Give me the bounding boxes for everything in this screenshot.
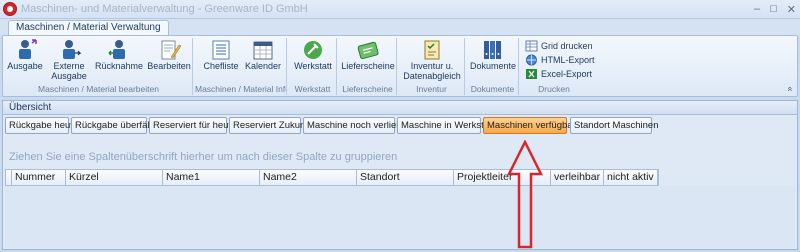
worker-external-icon — [63, 40, 82, 59]
annotation-arrow-icon — [507, 140, 543, 249]
panel-title: Übersicht — [3, 101, 797, 115]
column-header-verleihbar[interactable]: verleihbar — [551, 170, 604, 185]
group-label: Dokumente — [470, 84, 515, 94]
list-icon — [212, 40, 230, 60]
app-logo-icon — [3, 2, 17, 16]
lieferscheine-button[interactable]: Lieferscheine — [341, 39, 395, 71]
group-label: Maschinen / Material Info — [195, 84, 286, 94]
grid-body[interactable] — [5, 186, 795, 248]
inventory-icon — [424, 40, 440, 60]
filter-rueckgabe-heute-button[interactable]: Rückgabe heute — [5, 117, 78, 134]
title-bar: Maschinen- und Materialverwaltung - Gree… — [0, 0, 800, 19]
group-label: Drucken — [538, 84, 570, 94]
group-info: Chefliste Kalender Maschinen / Material … — [195, 38, 287, 95]
column-header-name1[interactable]: Name1 — [163, 170, 260, 185]
dokumente-button[interactable]: Dokumente — [469, 39, 517, 71]
group-inventur: Inventur u. Datenabgleich Inventur — [399, 38, 465, 95]
column-header-nicht-aktiv[interactable]: nicht aktiv — [604, 170, 658, 185]
bearbeiten-button[interactable]: Bearbeiten — [147, 39, 191, 71]
column-header-standort[interactable]: Standort — [357, 170, 454, 185]
chefliste-button[interactable]: Chefliste — [201, 39, 241, 71]
column-header-kuerzel[interactable]: Kürzel — [66, 170, 163, 185]
werkstatt-button[interactable]: Werkstatt — [293, 39, 333, 71]
worker-out-icon — [19, 39, 37, 59]
group-label: Werkstatt — [294, 84, 331, 94]
close-button[interactable]: ✕ — [787, 3, 796, 16]
filter-maschine-verliehen-button[interactable]: Maschine noch verliehen — [303, 117, 412, 134]
ruecknahme-button[interactable]: Rücknahme — [95, 39, 143, 71]
group-bearbeiten: Ausgabe Externe Ausgabe Rücknahme Bearbe… — [5, 38, 193, 95]
edit-document-icon — [161, 40, 182, 60]
kalender-button[interactable]: Kalender — [243, 39, 283, 71]
group-label: Maschinen / Material bearbeiten — [38, 84, 159, 94]
inventur-button[interactable]: Inventur u. Datenabgleich — [401, 39, 463, 81]
filter-standort-maschinen-button[interactable]: Standort Maschinen — [570, 117, 659, 134]
html-export-button[interactable]: HTML-Export — [525, 54, 595, 66]
window-title: Maschinen- und Materialverwaltung - Gree… — [21, 3, 308, 15]
html-export-icon — [526, 54, 537, 66]
maximize-button[interactable]: □ — [770, 3, 777, 15]
filter-reserviert-zukunft-button[interactable]: Reserviert Zukunft — [229, 117, 311, 134]
group-werkstatt: Werkstatt Werkstatt — [289, 38, 337, 95]
workshop-icon — [304, 41, 322, 59]
group-label: Inventur — [416, 84, 447, 94]
delivery-note-icon — [357, 41, 379, 60]
column-header-name2[interactable]: Name2 — [260, 170, 357, 185]
binders-icon — [484, 41, 501, 59]
column-header-nummer[interactable]: Nummer — [12, 170, 66, 185]
excel-export-icon — [526, 69, 537, 79]
minimize-button[interactable]: – — [754, 3, 760, 15]
filter-maschine-werkstatt-button[interactable]: Maschine in Werkstatt — [397, 117, 494, 134]
overview-panel: Übersicht Rückgabe heute Rückgabe überfä… — [2, 100, 798, 250]
excel-export-button[interactable]: Excel-Export — [525, 68, 592, 80]
grid-header: Nummer Kürzel Name1 Name2 Standort Proje… — [5, 169, 659, 186]
window-controls: – □ ✕ — [754, 1, 796, 17]
grid-print-icon — [525, 40, 538, 52]
calendar-icon — [253, 41, 273, 60]
group-drucken: Grid drucken HTML-Export Excel-Export Dr… — [521, 38, 595, 95]
grid-drucken-button[interactable]: Grid drucken — [525, 40, 593, 52]
ausgabe-button[interactable]: Ausgabe — [7, 39, 43, 71]
group-lieferscheine: Lieferscheine Lieferscheine — [339, 38, 397, 95]
filter-button-row: Rückgabe heute Rückgabe überfällig Reser… — [3, 115, 797, 137]
group-label: Lieferscheine — [342, 84, 393, 94]
filter-maschinen-verfuegbar-button[interactable]: Maschinen verfügbar — [483, 117, 576, 134]
group-by-hint: Ziehen Sie eine Spaltenüberschrift hierh… — [9, 151, 398, 163]
ribbon: Ausgabe Externe Ausgabe Rücknahme Bearbe… — [2, 35, 798, 97]
worker-return-icon — [108, 40, 125, 59]
externe-ausgabe-button[interactable]: Externe Ausgabe — [47, 39, 91, 81]
ribbon-tab-row: Maschinen / Material Verwaltung — [0, 19, 800, 37]
filter-rueckgabe-ueberfaellig-button[interactable]: Rückgabe überfällig — [71, 117, 159, 134]
ribbon-collapse-icon[interactable]: « — [785, 86, 795, 91]
group-dokumente: Dokumente Dokumente — [467, 38, 519, 95]
filter-reserviert-heute-button[interactable]: Reserviert für heute — [149, 117, 236, 134]
